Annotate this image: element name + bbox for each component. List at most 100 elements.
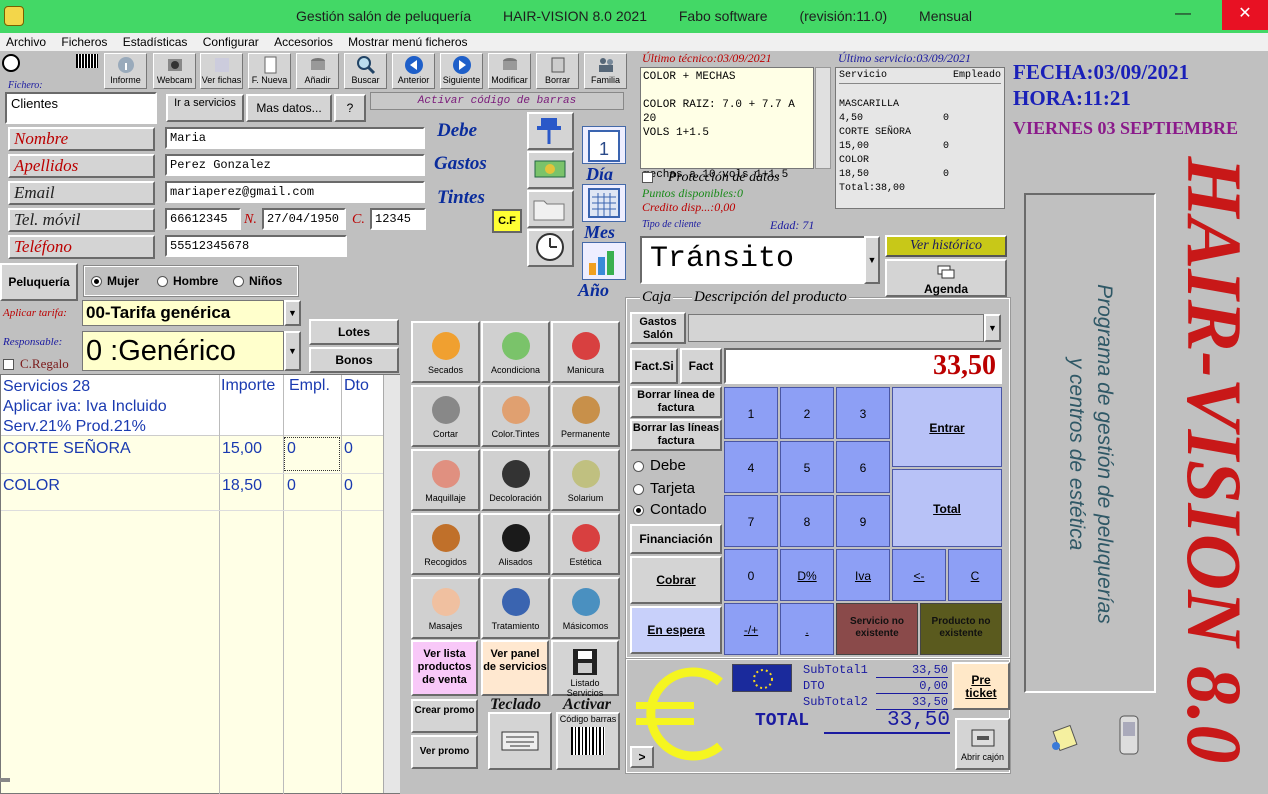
- mujer-radio[interactable]: [91, 276, 102, 287]
- money-button[interactable]: [527, 151, 574, 189]
- help-button[interactable]: ?: [334, 94, 366, 122]
- chevron-down-icon[interactable]: ▼: [284, 300, 301, 326]
- cobrar-button[interactable]: Cobrar: [630, 556, 722, 604]
- close-button[interactable]: ✕: [1222, 0, 1268, 30]
- borrar-linea-button[interactable]: Borrar línea de factura: [630, 386, 722, 418]
- category-color-tintes[interactable]: Color.Tintes: [481, 385, 550, 447]
- category-alisados[interactable]: Alisados: [481, 513, 550, 575]
- menu-mostrar[interactable]: Mostrar menú ficheros: [342, 33, 473, 51]
- category-tratamiento[interactable]: Tratamiento: [481, 577, 550, 639]
- expand-arrow-button[interactable]: >: [630, 746, 654, 768]
- listado-servicios-button[interactable]: Listado Servicios: [551, 640, 619, 698]
- notes-scrollbar[interactable]: [815, 67, 831, 169]
- producto-no-existente[interactable]: Producto no existente: [920, 603, 1002, 655]
- apellidos-input[interactable]: Perez Gonzalez: [165, 154, 425, 176]
- chart-year-icon[interactable]: [582, 242, 626, 280]
- agenda-button[interactable]: Agenda: [885, 259, 1007, 297]
- key-9[interactable]: 9: [836, 495, 890, 547]
- key-8[interactable]: 8: [780, 495, 834, 547]
- peluqueria-button[interactable]: Peluquería: [0, 263, 78, 301]
- entrar-key[interactable]: Entrar: [892, 387, 1002, 467]
- category-estética[interactable]: Estética: [551, 513, 620, 575]
- anio-label[interactable]: Año: [578, 280, 609, 301]
- chevron-down-icon[interactable]: ▼: [984, 314, 1001, 342]
- toolbar-webcam[interactable]: Webcam: [153, 53, 196, 89]
- menu-accesorios[interactable]: Accesorios: [268, 33, 339, 51]
- category-solarium[interactable]: Solarium: [551, 449, 620, 511]
- stopwatch-icon[interactable]: [2, 54, 20, 72]
- toolbar-familia[interactable]: Familia: [584, 53, 627, 89]
- key-backminus[interactable]: <-: [892, 549, 946, 601]
- chevron-down-icon[interactable]: ▼: [864, 236, 880, 284]
- pin-button[interactable]: [527, 112, 574, 150]
- category-decoloración[interactable]: Decoloración: [481, 449, 550, 511]
- ver-lista-productos-button[interactable]: Ver lista productos de venta: [411, 640, 478, 696]
- responsable-select[interactable]: 0 :Genérico: [82, 331, 284, 371]
- cf-button[interactable]: C.F: [492, 209, 522, 233]
- financiacion-button[interactable]: Financiación: [630, 524, 722, 554]
- category-maquillaje[interactable]: Maquillaje: [411, 449, 480, 511]
- key-minusslashplus[interactable]: -/+: [724, 603, 778, 655]
- fact-button[interactable]: Fact: [680, 348, 722, 384]
- lotes-button[interactable]: Lotes: [309, 319, 399, 345]
- mas-datos-button[interactable]: Mas datos...: [246, 94, 332, 122]
- dia-label[interactable]: Día: [586, 164, 613, 185]
- crear-promo-button[interactable]: Crear promo: [411, 699, 478, 733]
- menu-configurar[interactable]: Configurar: [197, 33, 265, 51]
- key-Dpct[interactable]: D%: [780, 549, 834, 601]
- key-Iva[interactable]: Iva: [836, 549, 890, 601]
- minimize-button[interactable]: —: [1160, 0, 1206, 30]
- menu-archivo[interactable]: Archivo: [0, 33, 52, 51]
- pre-ticket-button[interactable]: Pre ticket: [952, 662, 1010, 710]
- cregalo-checkbox[interactable]: [3, 359, 14, 370]
- key-C[interactable]: C: [948, 549, 1002, 601]
- category-recogidos[interactable]: Recogidos: [411, 513, 480, 575]
- nacimiento-input[interactable]: 27/04/1950: [262, 208, 346, 230]
- toolbar-siguiente[interactable]: Siguiente: [440, 53, 483, 89]
- calendar-day-icon[interactable]: 1: [582, 126, 626, 164]
- contado-radio[interactable]: [633, 505, 644, 516]
- servicio-no-existente[interactable]: Servicio no existente: [836, 603, 918, 655]
- category-másicomos[interactable]: Másicomos: [551, 577, 620, 639]
- key-2[interactable]: 2: [780, 387, 834, 439]
- key-6[interactable]: 6: [836, 441, 890, 493]
- codigo-input[interactable]: 12345: [370, 208, 426, 230]
- tipo-cliente-select[interactable]: Tránsito: [640, 236, 866, 284]
- borrar-lineas-button[interactable]: Borrar las líneas factura: [630, 419, 722, 451]
- toolbar-modificar[interactable]: Modificar: [488, 53, 531, 89]
- table-row[interactable]: CORTE SEÑORA 15,00 0 0: [1, 437, 383, 473]
- toolbar-borrar[interactable]: Borrar: [536, 53, 579, 89]
- abrir-cajon-button[interactable]: Abrir cajón: [955, 718, 1010, 770]
- movil-input[interactable]: 66612345: [165, 208, 241, 230]
- category-acondiciona[interactable]: Acondiciona: [481, 321, 550, 383]
- services-scrollbar[interactable]: [383, 375, 400, 793]
- table-row[interactable]: COLOR 18,50 0 0: [1, 474, 383, 510]
- key-4[interactable]: 4: [724, 441, 778, 493]
- fact-si-button[interactable]: Fact.Si: [630, 348, 678, 384]
- toolbar-nueva[interactable]: F. Nueva: [248, 53, 291, 89]
- teclado-button[interactable]: [488, 712, 552, 770]
- mes-label[interactable]: Mes: [584, 222, 615, 243]
- hombre-radio[interactable]: [157, 276, 168, 287]
- chevron-down-icon[interactable]: ▼: [284, 331, 301, 371]
- gastos-salon-button[interactable]: Gastos Salón: [630, 312, 686, 344]
- clock-button[interactable]: [527, 229, 574, 267]
- notepad-icon[interactable]: [1048, 722, 1080, 754]
- menu-ficheros[interactable]: Ficheros: [55, 33, 113, 51]
- barcode-icon[interactable]: [76, 54, 98, 68]
- producto-select[interactable]: [688, 314, 984, 342]
- debe-label[interactable]: Debe: [437, 120, 477, 142]
- category-cortar[interactable]: Cortar: [411, 385, 480, 447]
- key-5[interactable]: 5: [780, 441, 834, 493]
- nombre-input[interactable]: Maria: [165, 127, 425, 149]
- toolbar-ver-fichas[interactable]: Ver fichas: [200, 53, 243, 89]
- menu-estadisticas[interactable]: Estadísticas: [117, 33, 194, 51]
- ver-historico-button[interactable]: Ver histórico: [885, 235, 1007, 257]
- barcode-activate-field[interactable]: Activar código de barras: [370, 92, 624, 110]
- telefono-input[interactable]: 55512345678: [165, 235, 347, 257]
- key-0[interactable]: 0: [724, 549, 778, 601]
- tarifa-select[interactable]: 00-Tarifa genérica: [82, 300, 284, 326]
- ir-a-servicios-button[interactable]: Ir a servicios: [166, 94, 244, 122]
- tarjeta-radio[interactable]: [633, 484, 644, 495]
- category-manicura[interactable]: Manicura: [551, 321, 620, 383]
